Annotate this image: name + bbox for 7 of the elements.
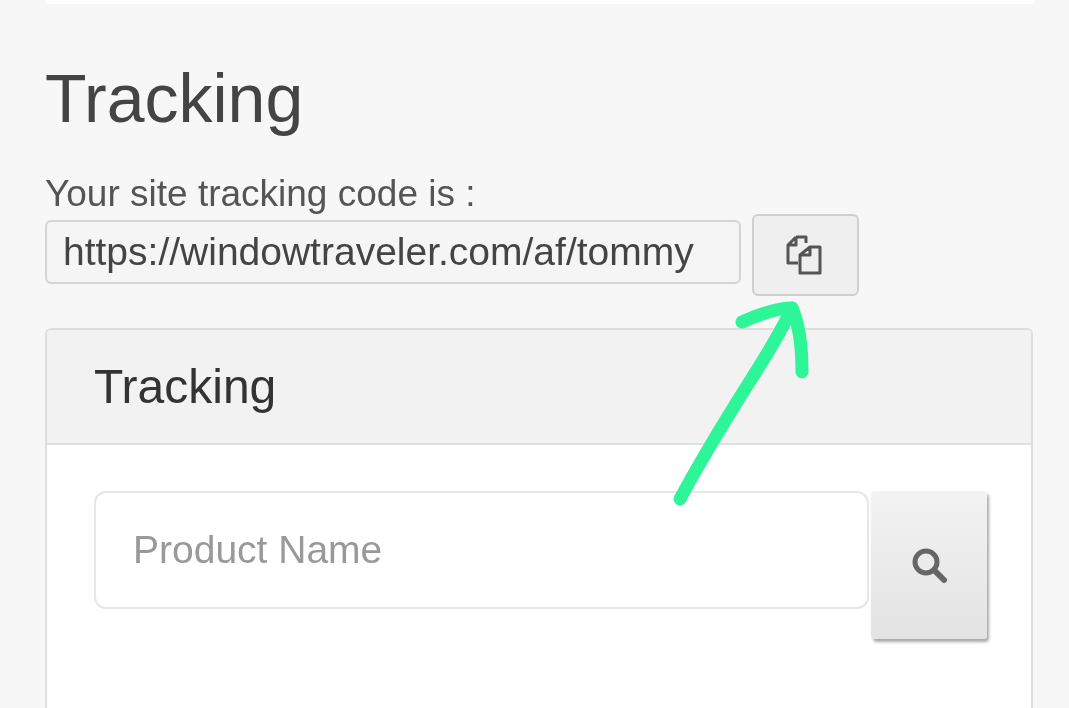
panel-title: Tracking — [94, 358, 277, 415]
page-heading: Tracking — [45, 60, 305, 136]
search-button[interactable] — [871, 491, 987, 639]
copy-button[interactable] — [752, 214, 859, 296]
tracking-code-field[interactable]: https://windowtraveler.com/af/tommy — [45, 220, 741, 284]
tracking-code-label: Your site tracking code is : — [45, 176, 477, 212]
product-name-field[interactable]: Product Name — [94, 491, 869, 609]
